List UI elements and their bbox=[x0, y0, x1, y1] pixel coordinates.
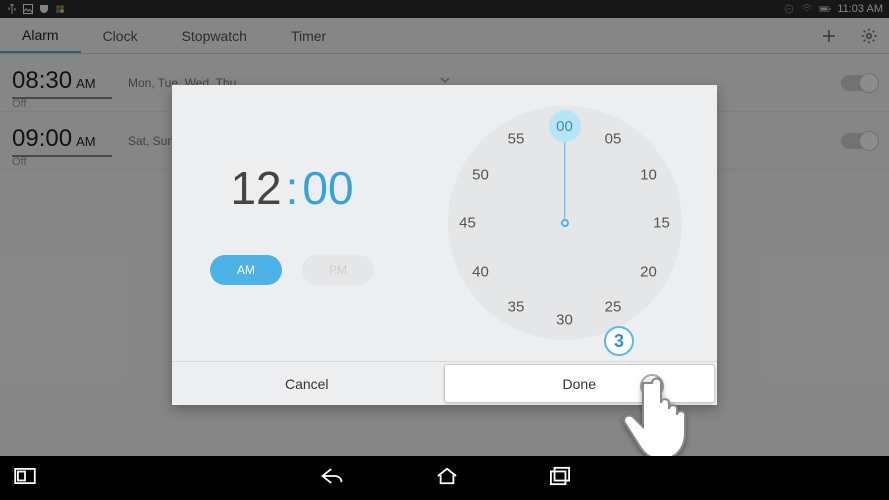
recents-overlay-button[interactable] bbox=[14, 468, 36, 489]
minute-25[interactable]: 25 bbox=[598, 299, 628, 316]
clock-face[interactable]: 00 05 10 15 20 25 30 35 40 45 50 55 bbox=[448, 106, 682, 340]
minute-55[interactable]: 55 bbox=[501, 131, 531, 148]
minute-35[interactable]: 35 bbox=[501, 299, 531, 316]
minute-05[interactable]: 05 bbox=[598, 131, 628, 148]
time-picker-dialog: 12 : 00 AM PM 00 05 10 15 20 25 30 35 40 bbox=[172, 85, 717, 405]
cancel-button[interactable]: Cancel bbox=[172, 362, 442, 405]
minute-20[interactable]: 20 bbox=[634, 263, 664, 280]
step-3-callout: 3 bbox=[604, 326, 634, 356]
picker-hour[interactable]: 12 bbox=[230, 161, 281, 215]
nav-bar bbox=[0, 456, 889, 500]
pm-button[interactable]: PM bbox=[302, 255, 374, 285]
recent-apps-button[interactable] bbox=[549, 466, 571, 491]
minute-30[interactable]: 30 bbox=[550, 312, 580, 329]
time-colon: : bbox=[286, 161, 299, 215]
am-button[interactable]: AM bbox=[210, 255, 282, 285]
back-button[interactable] bbox=[319, 466, 345, 491]
picker-minute[interactable]: 00 bbox=[302, 161, 353, 215]
clock-center bbox=[561, 219, 569, 227]
minute-45[interactable]: 45 bbox=[453, 215, 483, 232]
minute-50[interactable]: 50 bbox=[466, 166, 496, 183]
minute-15[interactable]: 15 bbox=[647, 215, 677, 232]
pointer-hand-icon bbox=[620, 365, 700, 470]
minute-00-selected[interactable]: 00 bbox=[549, 110, 581, 142]
time-display: 12 : 00 bbox=[230, 161, 353, 215]
home-button[interactable] bbox=[435, 466, 459, 491]
minute-10[interactable]: 10 bbox=[634, 166, 664, 183]
minute-40[interactable]: 40 bbox=[466, 263, 496, 280]
